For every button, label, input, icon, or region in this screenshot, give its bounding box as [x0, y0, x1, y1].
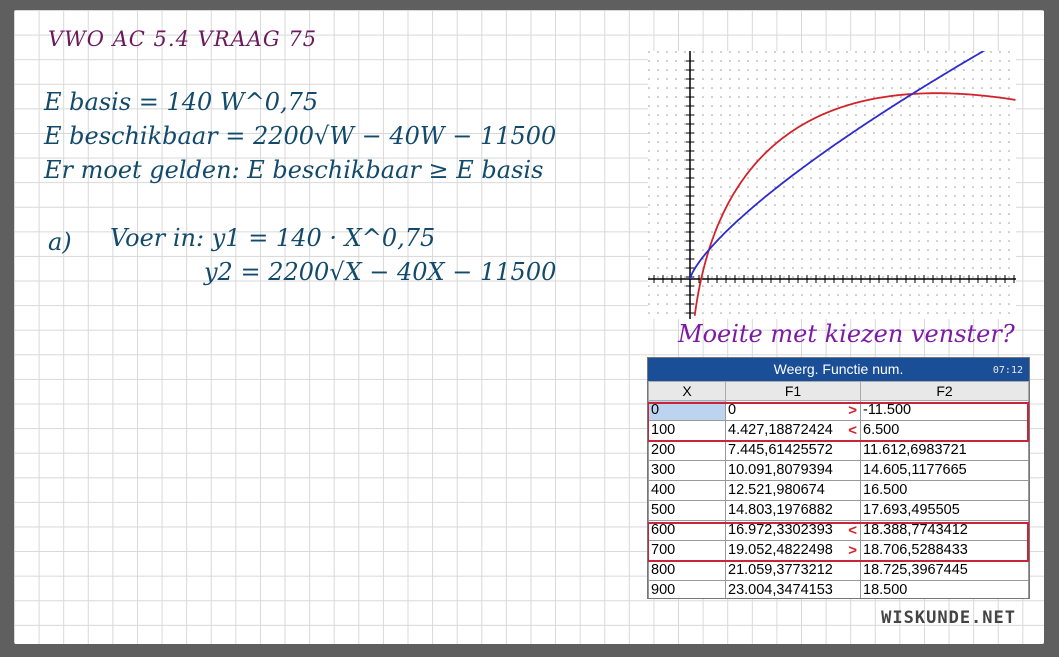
table-row[interactable]: 300 10.091,8079394 14.605,1177665: [648, 460, 1029, 481]
column-header-f1: F1: [725, 381, 861, 401]
cell-x[interactable]: 900: [648, 580, 726, 598]
cell-f2[interactable]: 14.605,1177665: [860, 460, 1029, 481]
table-row[interactable]: 500 14.803,1976882 17.693,495505: [648, 500, 1029, 521]
graph-note: Moeite met kiezen venster?: [678, 320, 1015, 348]
calculator-header: Weerg. Functie num. 07:12: [648, 358, 1029, 381]
cell-f1-value: 23.004,3474153: [728, 582, 833, 598]
cell-f2[interactable]: 18.388,7743412: [860, 520, 1029, 541]
cell-f2[interactable]: 16.500: [860, 480, 1029, 501]
cell-f1-value: 19.052,4822498: [728, 542, 833, 558]
cell-f1-value: 10.091,8079394: [728, 462, 833, 478]
table-row[interactable]: 700 19.052,4822498 >18.706,5288433: [648, 540, 1029, 561]
cell-x[interactable]: 200: [648, 440, 726, 461]
cell-x[interactable]: 400: [648, 480, 726, 501]
cell-x[interactable]: 300: [648, 460, 726, 481]
condition-text: Er moet gelden: E beschikbaar ≥ E basis: [44, 156, 544, 184]
input-instruction-y1: Voer in: y1 = 140 · X^0,75: [110, 224, 436, 252]
exercise-title: VWO AC 5.4 VRAAG 75: [48, 27, 318, 51]
cell-x[interactable]: 700: [648, 540, 726, 561]
table-row[interactable]: 800 21.059,3773212 18.725,3967445: [648, 560, 1029, 581]
cell-f1[interactable]: 7.445,61425572: [725, 440, 861, 461]
function-table: X F1 F2 0 0 > -11.500 100 4.427,18872424 <6.50…: [648, 381, 1029, 598]
cell-f1[interactable]: 4.427,18872424 <: [725, 420, 861, 441]
column-header-f2: F2: [860, 381, 1029, 401]
table-row[interactable]: 100 4.427,18872424 <6.500: [648, 420, 1029, 441]
part-a-label: a): [48, 228, 72, 256]
cell-f1-value: 0: [728, 402, 737, 418]
comparison-marker: >: [848, 402, 857, 419]
cell-f1-value: 16.972,3302393: [728, 522, 833, 538]
x-axis-ticks: [653, 275, 1015, 283]
cell-f1-value: 21.059,3773212: [728, 562, 833, 578]
table-row[interactable]: 200 7.445,61425572 11.612,6983721: [648, 440, 1029, 461]
brand-logo-text: WISKUNDE.NET: [881, 608, 1016, 628]
table-row[interactable]: 0 0 > -11.500: [648, 400, 1029, 421]
cell-f2[interactable]: 18.500: [860, 580, 1029, 598]
cell-x[interactable]: 800: [648, 560, 726, 581]
cell-f2[interactable]: 17.693,495505: [860, 500, 1029, 521]
cell-f2[interactable]: 11.612,6983721: [860, 440, 1029, 461]
cell-f1-value: 14.803,1976882: [728, 502, 833, 518]
cell-x[interactable]: 100: [648, 420, 726, 441]
cell-f1[interactable]: 19.052,4822498 >: [725, 540, 861, 561]
table-row[interactable]: 900 23.004,3474153 18.500: [648, 580, 1029, 598]
cell-f2[interactable]: -11.500: [860, 400, 1029, 421]
comparison-marker: <: [848, 422, 857, 439]
cell-f1-value: 7.445,61425572: [728, 442, 833, 458]
cell-x[interactable]: 0: [648, 400, 726, 421]
cell-f2[interactable]: 18.725,3967445: [860, 560, 1029, 581]
cell-f1[interactable]: 23.004,3474153: [725, 580, 861, 598]
cell-f1[interactable]: 14.803,1976882: [725, 500, 861, 521]
comparison-marker: <: [848, 522, 857, 539]
cell-f1[interactable]: 0 >: [725, 400, 861, 421]
equation-e-beschikbaar: E beschikbaar = 2200√W − 40W − 11500: [44, 122, 557, 150]
calculator-table-screen: Weerg. Functie num. 07:12 X F1 F2 0 0 > -11…: [647, 357, 1030, 599]
comparison-marker: >: [848, 542, 857, 559]
cell-f1[interactable]: 21.059,3773212: [725, 560, 861, 581]
cell-f1[interactable]: 12.521,980674: [725, 480, 861, 501]
cell-f2[interactable]: 18.706,5288433: [860, 540, 1029, 561]
cell-f2[interactable]: 6.500: [860, 420, 1029, 441]
column-header-x: X: [648, 381, 726, 401]
cell-f1[interactable]: 10.091,8079394: [725, 460, 861, 481]
cell-f1-value: 4.427,18872424: [728, 422, 833, 438]
grid-paper: VWO AC 5.4 VRAAG 75 E basis = 140 W^0,75…: [14, 10, 1044, 644]
window-frame: VWO AC 5.4 VRAAG 75 E basis = 140 W^0,75…: [0, 0, 1059, 657]
input-instruction-y2: y2 = 2200√X − 40X − 11500: [204, 258, 557, 286]
cell-x[interactable]: 500: [648, 500, 726, 521]
cell-x[interactable]: 600: [648, 520, 726, 541]
cell-f1-value: 12.521,980674: [728, 482, 825, 498]
function-graph: [648, 51, 1016, 319]
cell-f1[interactable]: 16.972,3302393 <: [725, 520, 861, 541]
table-row[interactable]: 600 16.972,3302393 <18.388,7743412: [648, 520, 1029, 541]
table-row[interactable]: 400 12.521,980674 16.500: [648, 480, 1029, 501]
equation-e-basis: E basis = 140 W^0,75: [44, 88, 319, 116]
clock-readout: 07:12: [992, 365, 1023, 376]
calculator-header-title: Weerg. Functie num.: [773, 361, 904, 377]
